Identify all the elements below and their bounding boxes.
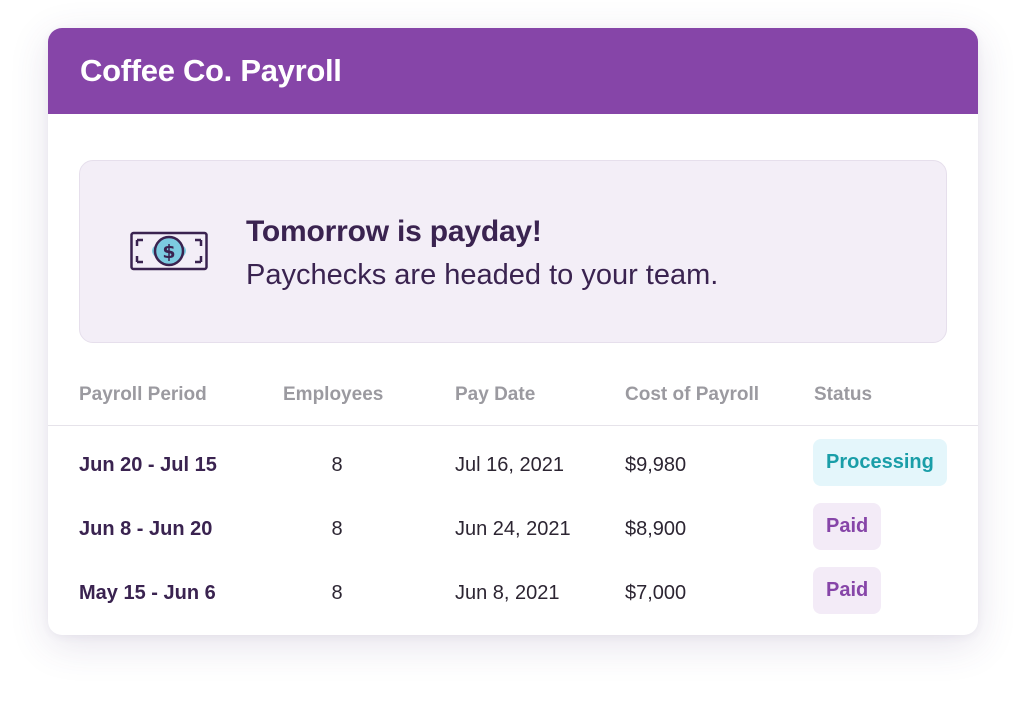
card-header: Coffee Co. Payroll	[48, 28, 978, 114]
page-title: Coffee Co. Payroll	[80, 53, 342, 88]
banner-subtitle: Paychecks are headed to your team.	[246, 259, 719, 291]
row-employees: 8	[331, 582, 343, 604]
column-header-cost: Cost of Payroll	[625, 384, 760, 405]
row-cost: $9,980	[625, 454, 687, 476]
row-employees: 8	[331, 518, 343, 540]
banner-text: Tomorrow is payday! Paychecks are headed…	[246, 215, 718, 292]
column-header-employees: Employees	[283, 384, 384, 405]
row-period: May 15 - Jun 6	[79, 582, 216, 604]
column-header-pay-date: Pay Date	[455, 384, 536, 405]
row-pay-date: Jun 24, 2021	[455, 518, 571, 540]
banner-title: Tomorrow is payday!	[246, 215, 542, 248]
table-row[interactable]: May 15 - Jun 6 8 Jun 8, 2021 $7,000 Paid	[48, 562, 978, 626]
row-employees: 8	[331, 454, 343, 476]
row-period: Jun 8 - Jun 20	[79, 518, 213, 540]
row-period: Jun 20 - Jul 15	[79, 454, 217, 476]
table-row[interactable]: Jun 20 - Jul 15 8 Jul 16, 2021 $9,980 Pr…	[48, 434, 978, 498]
row-cost: $8,900	[625, 518, 687, 540]
status-badge: Paid	[813, 503, 882, 550]
column-header-payroll-period: Payroll Period	[79, 384, 207, 405]
row-pay-date: Jun 8, 2021	[455, 582, 560, 604]
svg-text:$: $	[162, 241, 175, 263]
money-bill-icon: $	[130, 231, 208, 271]
table-header: Payroll Period Employees Pay Date Cost o…	[48, 380, 978, 426]
payroll-card: Coffee Co. Payroll $ Tomorrow is payday!…	[48, 28, 978, 635]
status-badge: Processing	[813, 439, 947, 486]
payday-banner: $ Tomorrow is payday! Paychecks are head…	[79, 160, 947, 343]
row-cost: $7,000	[625, 582, 687, 604]
status-badge: Paid	[813, 567, 882, 614]
column-header-status: Status	[814, 384, 873, 405]
row-pay-date: Jul 16, 2021	[455, 454, 564, 476]
table-row[interactable]: Jun 8 - Jun 20 8 Jun 24, 2021 $8,900 Pai…	[48, 498, 978, 562]
